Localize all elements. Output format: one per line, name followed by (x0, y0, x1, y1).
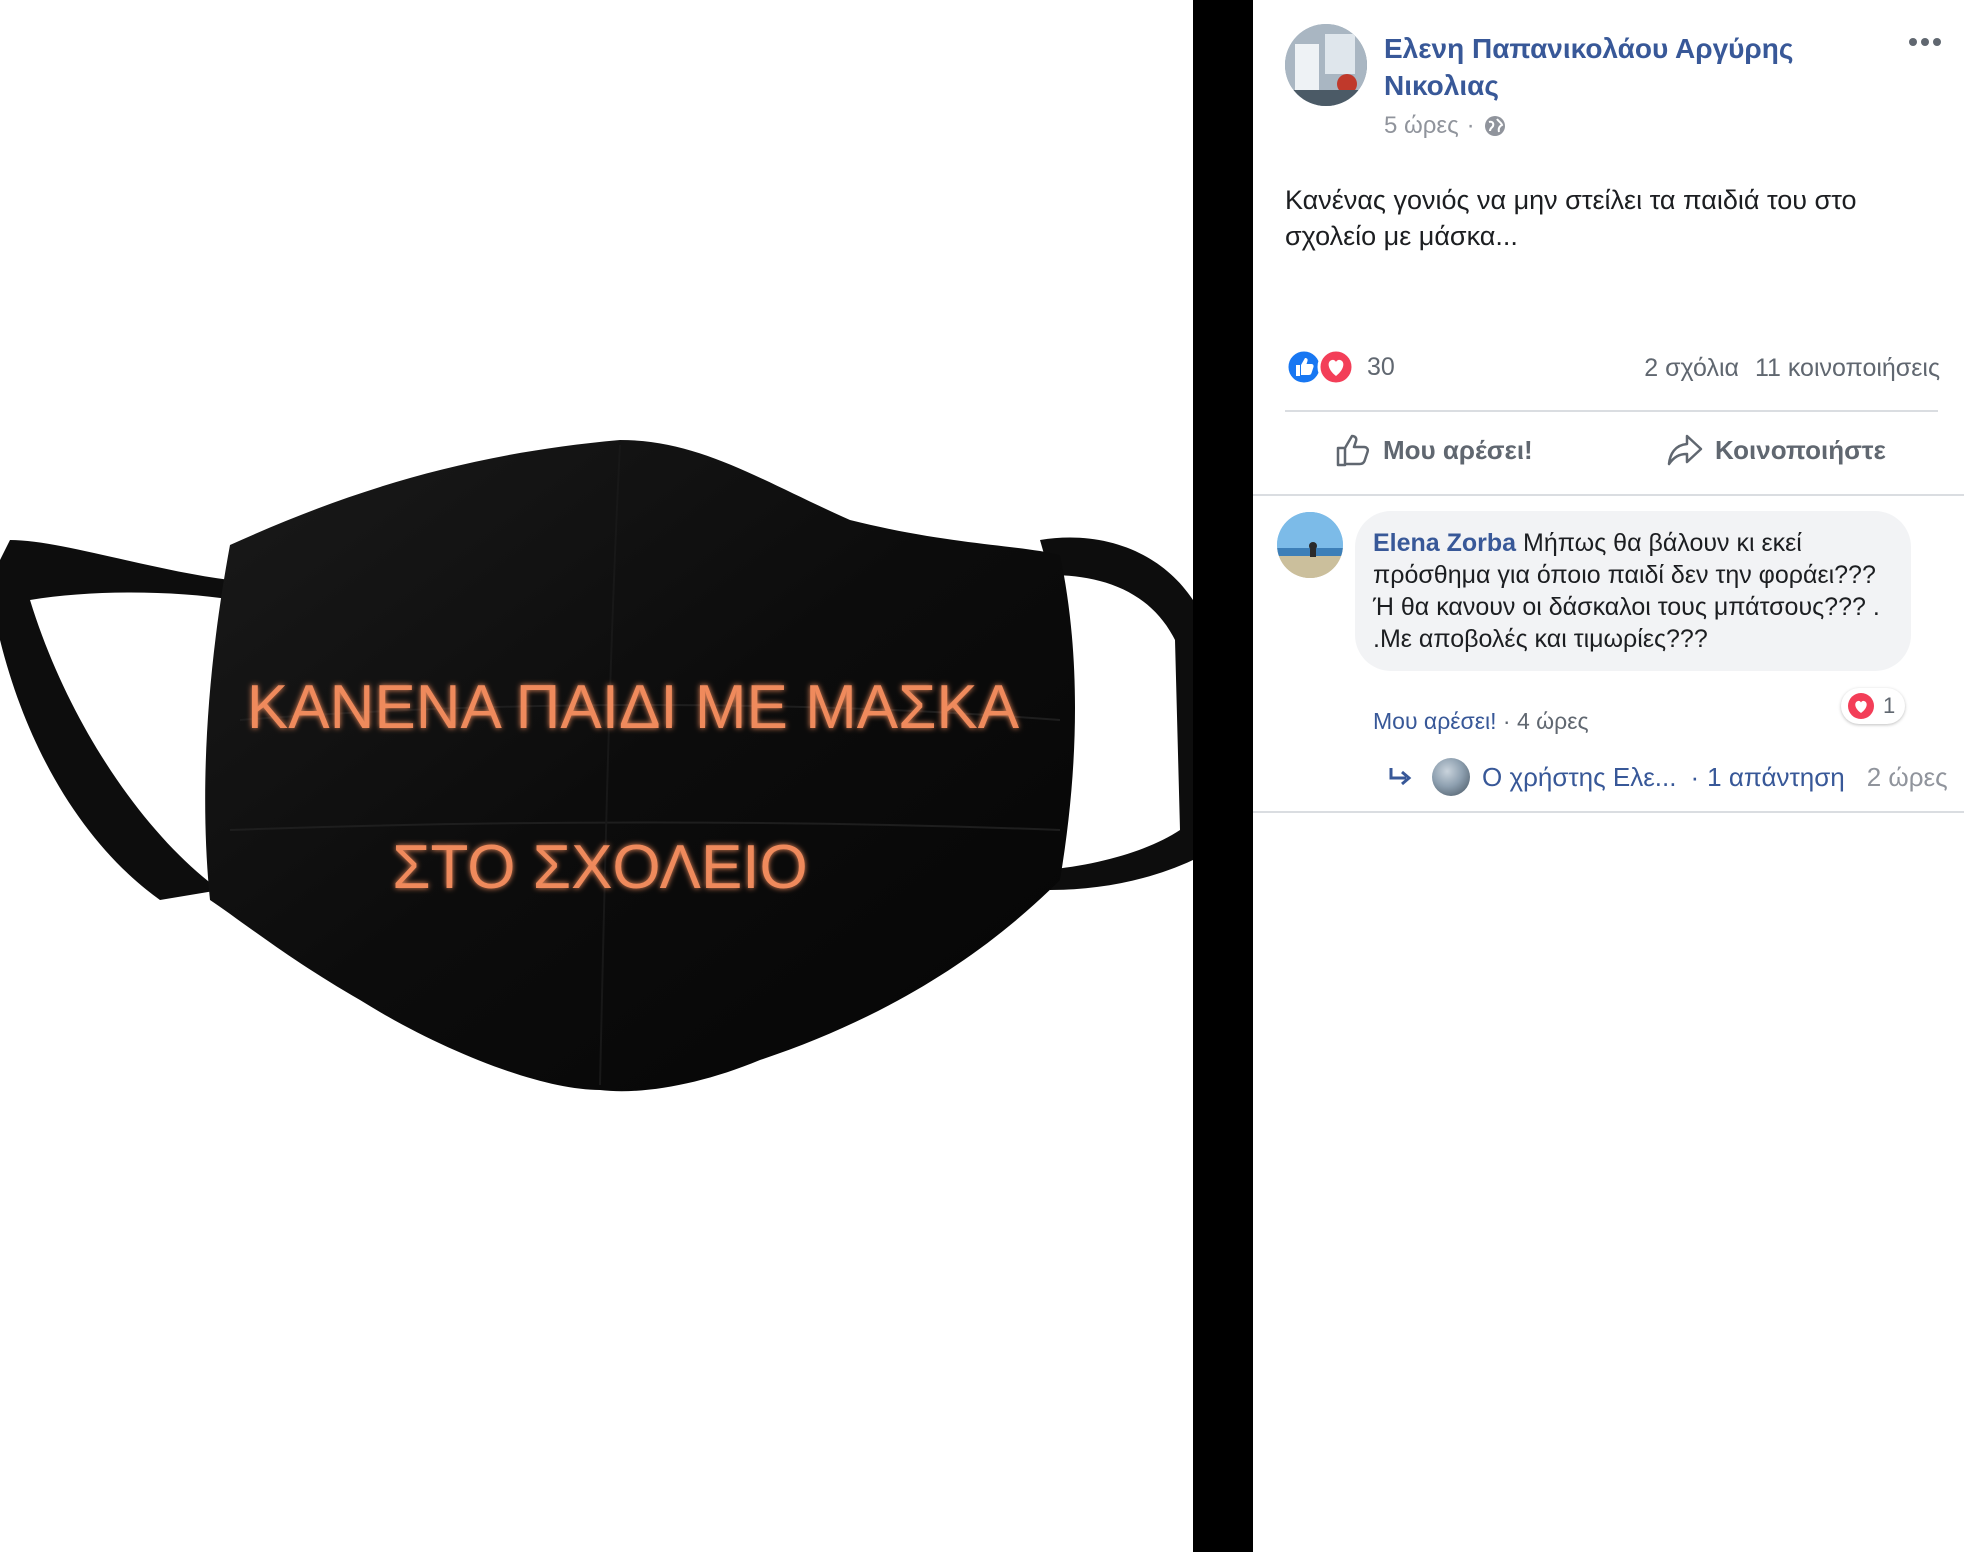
globe-icon[interactable] (1483, 114, 1507, 138)
comment-meta: Μου αρέσει! · 4 ώρες (1373, 708, 1589, 735)
engagement-counts: 2 σχόλια 11 κοινοποιήσεις (1644, 354, 1940, 383)
comments-count[interactable]: 2 σχόλια (1644, 354, 1739, 383)
author-avatar-image (1285, 24, 1367, 106)
time-separator: · (1466, 112, 1475, 139)
share-arrow-icon (1667, 434, 1703, 466)
post-author-name[interactable]: Ελενη Παπανικολάου Αργύρης Νικολιας (1384, 30, 1824, 104)
love-reaction-icon (1848, 693, 1874, 719)
reply-user-avatar (1432, 758, 1470, 796)
commenter-avatar-image (1277, 512, 1343, 578)
more-options-icon[interactable] (1905, 30, 1945, 54)
reply-separator: · (1690, 761, 1700, 792)
comment-time[interactable]: 4 ώρες (1517, 708, 1589, 734)
post-time[interactable]: 5 ώρες (1384, 112, 1459, 140)
post-timestamp-row: 5 ώρες · (1384, 112, 1507, 140)
actions-bottom-divider (1253, 494, 1964, 496)
comment-like-link[interactable]: Μου αρέσει! (1373, 708, 1497, 734)
reaction-count: 30 (1367, 352, 1395, 381)
thumbs-up-icon (1336, 434, 1370, 467)
commenter-avatar[interactable] (1277, 512, 1343, 578)
post-text: Κανένας γονιός να μην στείλει τα παιδιά … (1285, 185, 1857, 251)
comment-reaction-count: 1 (1883, 693, 1896, 718)
mask-left-strap (0, 540, 235, 900)
mask-text-line2: ΣΤΟ ΣΧΟΛΕΙΟ (392, 833, 808, 902)
author-avatar[interactable] (1285, 24, 1367, 106)
post-image[interactable]: ΚΑΝΕΝΑ ΠΑΙΔΙ ΜΕ ΜΑΣΚΑ ΣΤΟ ΣΧΟΛΕΙΟ (0, 0, 1193, 1552)
like-button-label: Μου αρέσει! (1383, 434, 1533, 465)
post-panel: Ελενη Παπανικολάου Αργύρης Νικολιας 5 ώρ… (1253, 0, 1964, 1552)
replies-row[interactable]: Ο χρήστης Ελε... · 1 απάντηση 2 ώρες (1388, 758, 1948, 796)
mask-body (205, 440, 1076, 1092)
actions-top-divider (1285, 410, 1938, 412)
comment-reaction-badge[interactable]: 1 (1841, 688, 1906, 724)
comment-bubble: Elena Zorba Μήπως θα βάλουν κι εκεί πρόσ… (1355, 511, 1911, 671)
share-button[interactable]: Κοινοποιήστε (1665, 430, 1886, 470)
panel-divider (1193, 0, 1253, 1552)
reply-count[interactable]: 1 απάντηση (1707, 762, 1845, 793)
shares-count[interactable]: 11 κοινοποιήσεις (1755, 354, 1940, 383)
reply-user[interactable]: Ο χρήστης Ελε... (1482, 762, 1676, 793)
mask-text-line1: ΚΑΝΕΝΑ ΠΑΙΔΙ ΜΕ ΜΑΣΚΑ (247, 673, 1020, 742)
reactions-summary[interactable]: 30 (1285, 348, 1395, 386)
like-button[interactable]: Μου αρέσει! (1333, 430, 1533, 470)
screenshot-root: ΚΑΝΕΝΑ ΠΑΙΔΙ ΜΕ ΜΑΣΚΑ ΣΤΟ ΣΧΟΛΕΙΟ Ελενη … (0, 0, 1964, 1552)
reply-time: 2 ώρες (1866, 761, 1948, 792)
comment-author[interactable]: Elena Zorba (1373, 529, 1516, 557)
reply-arrow-icon (1389, 768, 1412, 786)
love-reaction-icon (1317, 348, 1355, 386)
share-button-label: Κοινοποιήστε (1715, 434, 1886, 465)
comments-bottom-divider (1253, 811, 1964, 813)
comment-meta-separator: · (1502, 708, 1511, 734)
mask-illustration: ΚΑΝΕΝΑ ΠΑΙΔΙ ΜΕ ΜΑΣΚΑ ΣΤΟ ΣΧΟΛΕΙΟ (0, 440, 1193, 1092)
